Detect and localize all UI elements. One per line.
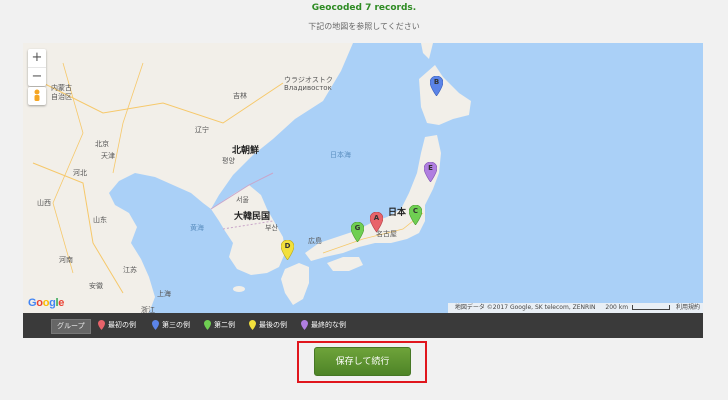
map-marker-a[interactable]: A bbox=[369, 211, 384, 233]
label-seoul: 서울 bbox=[236, 196, 249, 204]
legend-title: グループ bbox=[51, 319, 91, 334]
marker-letter: E bbox=[428, 164, 433, 172]
legend-item-first: 最初の例 bbox=[98, 319, 136, 332]
map-marker-e[interactable]: E bbox=[423, 161, 438, 183]
map-scale: 200 km bbox=[601, 304, 671, 311]
label-sea-of-japan: 日本海 bbox=[330, 151, 351, 159]
marker-letter: C bbox=[412, 207, 419, 215]
label-tianjin: 天津 bbox=[101, 152, 115, 160]
pin-icon bbox=[249, 320, 256, 330]
save-and-continue-button[interactable]: 保存して続行 bbox=[314, 347, 411, 376]
google-logo: Google bbox=[28, 297, 65, 309]
terms-link[interactable]: 利用規約 bbox=[676, 304, 700, 311]
label-shanxi: 山西 bbox=[37, 199, 51, 207]
map-marker-c[interactable]: C bbox=[408, 204, 423, 226]
legend-item-third: 第三の例 bbox=[152, 319, 190, 332]
pin-icon bbox=[152, 320, 159, 330]
label-hebei: 河北 bbox=[73, 169, 87, 177]
label-yellow-sea: 黄海 bbox=[190, 224, 204, 232]
map-instruction: 下記の地図を参照してください bbox=[308, 22, 420, 31]
label-shanghai: 上海 bbox=[157, 290, 171, 298]
label-hiroshima: 広島 bbox=[308, 237, 322, 245]
pegman-icon bbox=[34, 89, 40, 101]
map-marker-g[interactable]: G bbox=[350, 221, 365, 243]
label-inner-mongolia-2: 自治区 bbox=[51, 93, 72, 101]
marker-letter: G bbox=[354, 224, 361, 232]
legend-item-last: 最後の例 bbox=[249, 319, 287, 332]
label-shandong: 山东 bbox=[93, 216, 107, 224]
zoom-controls: + − bbox=[28, 49, 46, 86]
map-view[interactable]: + − ウラジオストク Владивосток 北朝鮮 평양 서울 大韓民国 부… bbox=[23, 43, 703, 313]
label-beijing: 北京 bbox=[95, 140, 109, 148]
scale-bar bbox=[632, 305, 671, 310]
marker-letter: A bbox=[373, 214, 380, 222]
marker-letter: B bbox=[433, 78, 440, 86]
zoom-out-button[interactable]: − bbox=[28, 67, 46, 86]
label-jiangsu: 江苏 bbox=[123, 266, 137, 274]
geocode-status: Geocoded 7 records. bbox=[311, 3, 417, 13]
map-attribution-bar: 地図データ ©2017 Google, SK telecom, ZENRIN 2… bbox=[447, 303, 703, 313]
label-vladivostok-ru: Владивосток bbox=[284, 84, 332, 92]
legend-item-final: 最終的な例 bbox=[301, 319, 346, 332]
label-anhui: 安徽 bbox=[89, 282, 103, 290]
map-marker-d[interactable]: D bbox=[280, 239, 295, 261]
label-pyongyang: 평양 bbox=[222, 157, 235, 165]
pin-icon bbox=[204, 320, 211, 330]
label-henan: 河南 bbox=[59, 256, 73, 264]
marker-legend: グループ 最初の例 第三の例 第二例 最後の例 最終的な例 bbox=[23, 313, 703, 338]
pin-icon bbox=[98, 320, 105, 330]
pin-icon bbox=[301, 320, 308, 330]
map-data-attribution: 地図データ ©2017 Google, SK telecom, ZENRIN bbox=[454, 304, 596, 311]
label-zhejiang: 浙江 bbox=[141, 306, 155, 313]
legend-item-second: 第二例 bbox=[204, 319, 235, 332]
label-south-korea: 大韓民国 bbox=[234, 212, 271, 222]
map-marker-b[interactable]: B bbox=[429, 75, 444, 97]
label-japan: 日本 bbox=[388, 208, 407, 218]
label-north-korea: 北朝鮮 bbox=[232, 146, 260, 156]
marker-letter: D bbox=[284, 242, 291, 250]
street-view-pegman[interactable] bbox=[28, 87, 46, 105]
zoom-in-button[interactable]: + bbox=[28, 49, 46, 67]
label-liaoning: 辽宁 bbox=[195, 126, 209, 134]
label-jilin: 吉林 bbox=[233, 92, 247, 100]
label-busan: 부산 bbox=[265, 224, 278, 232]
